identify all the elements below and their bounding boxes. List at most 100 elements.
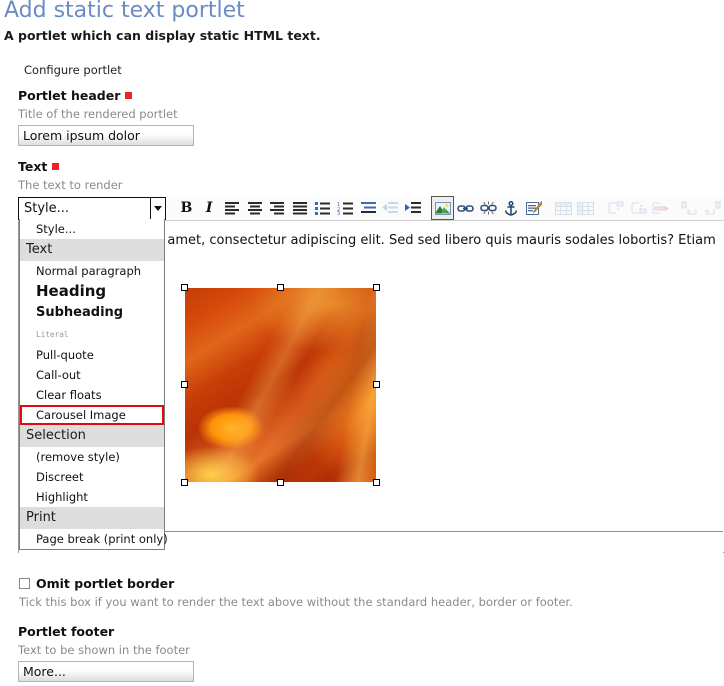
insert-table-button[interactable] — [552, 196, 575, 220]
chevron-down-icon[interactable] — [150, 198, 165, 219]
resize-handle-n[interactable] — [276, 284, 284, 291]
unlink-button[interactable] — [477, 196, 500, 220]
style-dropdown-group-print: Print — [20, 507, 164, 529]
page-title: Add static text portlet — [4, 0, 245, 23]
orange-flower-image[interactable] — [181, 284, 380, 486]
style-dropdown-item-highlight[interactable]: Highlight — [20, 487, 164, 507]
toolbar-separator — [672, 196, 679, 220]
portlet-footer-input[interactable] — [18, 661, 194, 682]
omit-portlet-border-checkbox[interactable] — [19, 578, 30, 589]
style-dropdown-item-normal-paragraph[interactable]: Normal paragraph — [20, 261, 164, 281]
omit-portlet-border-help: Tick this box if you want to render the … — [19, 595, 573, 609]
style-dropdown-item-label: Call-out — [36, 368, 81, 382]
align-center-button[interactable] — [243, 196, 266, 220]
align-justify-button[interactable] — [289, 196, 312, 220]
style-select-value: Style... — [24, 201, 70, 216]
style-dropdown-item-literal[interactable]: Literal — [20, 323, 164, 345]
bulleted-list-button[interactable] — [311, 196, 334, 220]
toolbar-separator — [597, 196, 604, 220]
portlet-header-label: Portlet header — [18, 88, 133, 103]
portlet-footer-help: Text to be shown in the footer — [18, 643, 190, 657]
page-description: A portlet which can display static HTML … — [4, 28, 321, 43]
resize-handle-se[interactable] — [373, 479, 380, 486]
style-dropdown-menu[interactable]: Style... Text Normal paragraph Heading Subhe… — [19, 219, 168, 550]
style-dropdown-item-label: Page break (print only) — [36, 532, 168, 546]
required-marker-icon — [125, 92, 133, 99]
column-before-icon — [681, 201, 697, 215]
insert-row-after-button[interactable] — [626, 196, 649, 220]
portlet-edit-page: Add static text portlet A portlet which … — [0, 0, 724, 686]
style-dropdown-item-pull-quote[interactable]: Pull-quote — [20, 345, 164, 365]
style-dropdown-item-carousel-image[interactable]: Carousel Image — [20, 405, 164, 425]
outdent-icon — [382, 202, 399, 213]
resize-handle-nw[interactable] — [181, 284, 188, 291]
style-dropdown-item-page-break-print-only[interactable]: Page break (print only) — [20, 529, 168, 549]
style-dropdown-item-label: Carousel Image — [36, 408, 126, 422]
italic-button[interactable]: I — [198, 196, 221, 220]
indent-icon — [404, 202, 421, 213]
style-dropdown-item-label: Print — [26, 510, 56, 525]
align-justify-icon — [292, 202, 307, 215]
portlet-header-label-text: Portlet header — [18, 88, 121, 103]
delete-row-button[interactable] — [649, 196, 672, 220]
style-dropdown-item-discreet[interactable]: Discreet — [20, 467, 164, 487]
row-after-icon — [631, 202, 647, 214]
style-dropdown-item-clear-floats[interactable]: Clear floats — [20, 385, 164, 405]
definition-list-icon — [360, 202, 376, 213]
style-dropdown-item-label: Heading — [36, 282, 107, 300]
style-select[interactable]: Style... — [18, 197, 166, 220]
column-after-icon — [705, 201, 720, 215]
style-dropdown-item-label: Style... — [36, 222, 76, 236]
style-dropdown-item-label: Highlight — [36, 490, 88, 504]
text-field-label: Text — [18, 159, 60, 174]
align-left-icon — [224, 202, 239, 215]
style-dropdown-item-style[interactable]: Style... — [20, 219, 164, 239]
indent-button[interactable] — [402, 196, 425, 220]
style-dropdown-item-label: Clear floats — [36, 388, 102, 402]
numbered-list-button[interactable]: 123 — [334, 196, 357, 220]
portlet-header-help: Title of the rendered portlet — [18, 107, 178, 121]
row-before-icon — [608, 201, 624, 214]
delete-row-icon — [652, 202, 670, 214]
table-properties-button[interactable] — [574, 196, 597, 220]
outdent-button[interactable] — [379, 196, 402, 220]
insert-link-button[interactable] — [454, 196, 477, 220]
bold-icon: B — [180, 200, 193, 216]
table-icon — [554, 201, 572, 215]
svg-text:3: 3 — [337, 211, 340, 215]
align-right-icon — [270, 202, 285, 215]
bulleted-list-icon — [315, 202, 331, 215]
align-right-button[interactable] — [266, 196, 289, 220]
unlink-icon — [479, 201, 497, 215]
edit-html-button[interactable] — [522, 196, 545, 220]
insert-row-before-button[interactable] — [604, 196, 627, 220]
anchor-button[interactable] — [500, 196, 523, 220]
align-left-button[interactable] — [220, 196, 243, 220]
resize-handle-ne[interactable] — [373, 284, 380, 291]
style-dropdown-item-label: (remove style) — [36, 450, 120, 464]
edit-html-icon — [525, 200, 542, 215]
italic-icon: I — [205, 200, 213, 216]
style-dropdown-item-call-out[interactable]: Call-out — [20, 365, 164, 385]
style-dropdown-item-label: Selection — [26, 428, 86, 443]
portlet-header-input[interactable] — [18, 125, 194, 146]
definition-list-button[interactable] — [357, 196, 380, 220]
text-field-label-text: Text — [18, 159, 48, 174]
resize-handle-w[interactable] — [181, 381, 188, 388]
resize-handle-s[interactable] — [276, 479, 284, 486]
style-dropdown-item-label: Discreet — [36, 470, 84, 484]
style-dropdown-item-label: Normal paragraph — [36, 264, 142, 278]
resize-handle-e[interactable] — [373, 381, 380, 388]
insert-column-before-button[interactable] — [678, 196, 701, 220]
resize-handle-sw[interactable] — [181, 479, 188, 486]
omit-portlet-border-label[interactable]: Omit portlet border — [36, 576, 174, 591]
insert-column-after-button[interactable] — [701, 196, 724, 220]
bold-button[interactable]: B — [175, 196, 198, 220]
insert-image-button[interactable] — [431, 196, 455, 220]
style-dropdown-item-subheading[interactable]: Subheading — [20, 302, 164, 323]
style-dropdown-group-selection: Selection — [20, 425, 164, 447]
orange-flower-image-bitmap — [185, 288, 376, 482]
style-dropdown-item-heading[interactable]: Heading — [20, 281, 164, 302]
style-dropdown-item-remove-style[interactable]: (remove style) — [20, 447, 164, 467]
style-dropdown-item-label: Pull-quote — [36, 348, 94, 362]
